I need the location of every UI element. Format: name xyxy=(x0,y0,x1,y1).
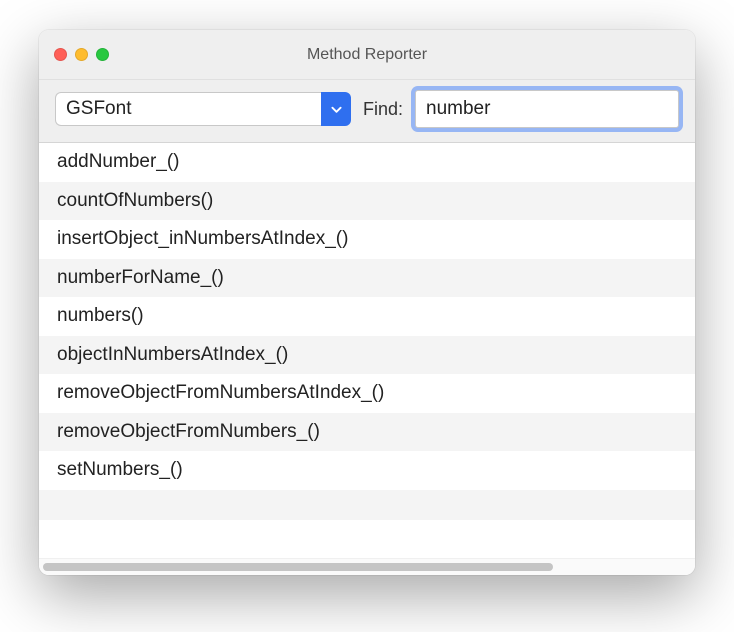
empty-area xyxy=(39,520,695,558)
scrollbar-thumb[interactable] xyxy=(43,563,553,571)
chevron-down-icon xyxy=(331,104,342,115)
find-wrapper xyxy=(415,90,679,128)
toolbar: Find: xyxy=(39,80,695,143)
list-item[interactable]: setNumbers_() xyxy=(39,451,695,490)
find-label: Find: xyxy=(363,99,403,120)
zoom-icon[interactable] xyxy=(96,48,109,61)
list-item[interactable]: objectInNumbersAtIndex_() xyxy=(39,336,695,375)
traffic-lights xyxy=(39,48,109,61)
titlebar[interactable]: Method Reporter xyxy=(39,30,695,80)
class-input[interactable] xyxy=(55,92,321,126)
list-item[interactable]: insertObject_inNumbersAtIndex_() xyxy=(39,220,695,259)
horizontal-scrollbar[interactable] xyxy=(39,558,695,575)
window: Method Reporter Find: addNumber_() count… xyxy=(39,30,695,575)
class-combo xyxy=(55,92,351,126)
window-title: Method Reporter xyxy=(39,46,695,64)
find-input[interactable] xyxy=(415,90,679,128)
list-item[interactable]: removeObjectFromNumbers_() xyxy=(39,413,695,452)
close-icon[interactable] xyxy=(54,48,67,61)
list-item[interactable]: numberForName_() xyxy=(39,259,695,298)
minimize-icon[interactable] xyxy=(75,48,88,61)
list-item[interactable]: removeObjectFromNumbersAtIndex_() xyxy=(39,374,695,413)
list-item[interactable]: countOfNumbers() xyxy=(39,182,695,221)
list-item[interactable]: addNumber_() xyxy=(39,143,695,182)
empty-row xyxy=(39,490,695,520)
class-dropdown-button[interactable] xyxy=(321,92,351,126)
list-item[interactable]: numbers() xyxy=(39,297,695,336)
results-list[interactable]: addNumber_() countOfNumbers() insertObje… xyxy=(39,143,695,490)
content-area: addNumber_() countOfNumbers() insertObje… xyxy=(39,143,695,575)
